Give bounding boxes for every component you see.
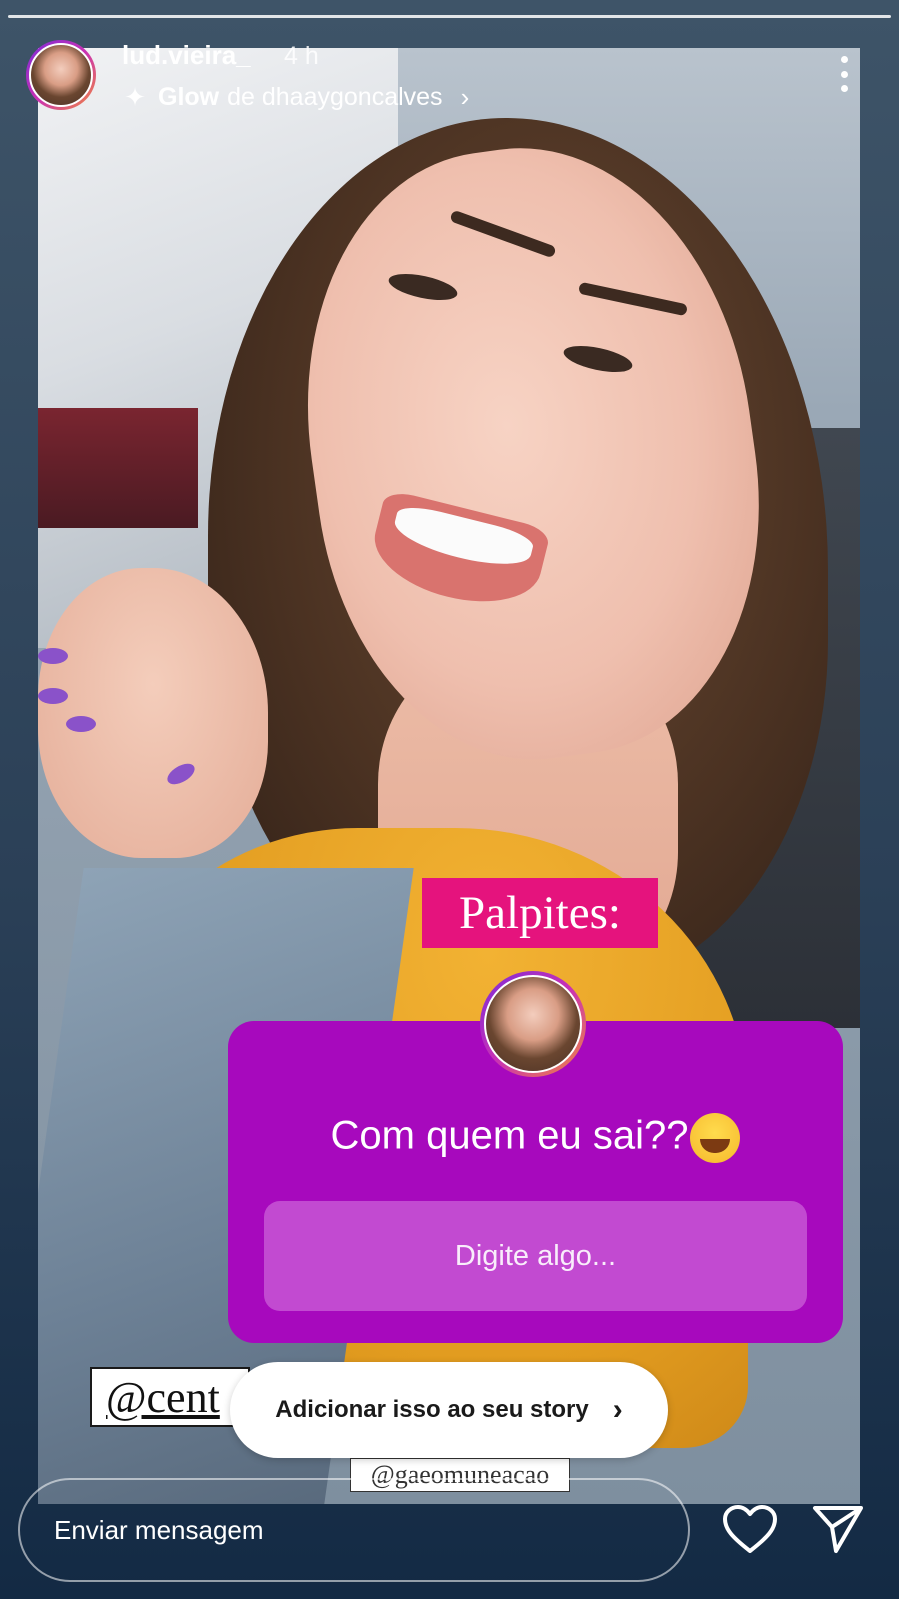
avatar	[480, 971, 586, 1077]
send-icon[interactable]	[812, 1503, 864, 1555]
nail	[66, 716, 96, 732]
username[interactable]: lud.vieira_	[122, 40, 251, 71]
chevron-right-icon: ›	[460, 82, 470, 112]
avatar[interactable]	[26, 40, 96, 110]
background-detail	[38, 408, 198, 528]
heart-icon[interactable]	[722, 1505, 778, 1555]
question-text: Com quem eu sai??😅	[228, 1113, 843, 1163]
palpites-label: Palpites:	[422, 878, 658, 948]
nail	[38, 648, 68, 664]
add-to-story-button[interactable]: Adicionar isso ao seu story ›	[230, 1362, 668, 1458]
glow-author: de dhaaygoncalves	[227, 83, 443, 111]
story-viewer: lud.vieira_ 4 h ✦ Glow de dhaaygoncalves…	[0, 0, 899, 1599]
glow-label: Glow	[158, 83, 220, 111]
more-vertical-icon[interactable]	[838, 56, 850, 92]
glow-attribution[interactable]: ✦ Glow de dhaaygoncalves ›	[120, 82, 469, 113]
add-to-story-label: Adicionar isso ao seu story	[275, 1396, 589, 1423]
nail	[38, 688, 68, 704]
question-sticker[interactable]: Com quem eu sai??😅 Digite algo...	[228, 971, 843, 1343]
sweat-smile-emoji: 😅	[690, 1113, 741, 1163]
question-label: Com quem eu sai??	[330, 1113, 689, 1158]
story-header: lud.vieira_ 4 h ✦ Glow de dhaaygoncalves…	[0, 0, 899, 120]
chevron-right-icon: ›	[612, 1393, 623, 1426]
time-ago: 4 h	[284, 42, 319, 70]
answer-input[interactable]: Digite algo...	[264, 1201, 807, 1311]
mention-tag[interactable]: @cent	[90, 1367, 250, 1427]
person-hand	[38, 568, 268, 858]
message-input[interactable]: Enviar mensagem	[18, 1478, 690, 1582]
sparkle-icon: ✦	[124, 82, 146, 112]
